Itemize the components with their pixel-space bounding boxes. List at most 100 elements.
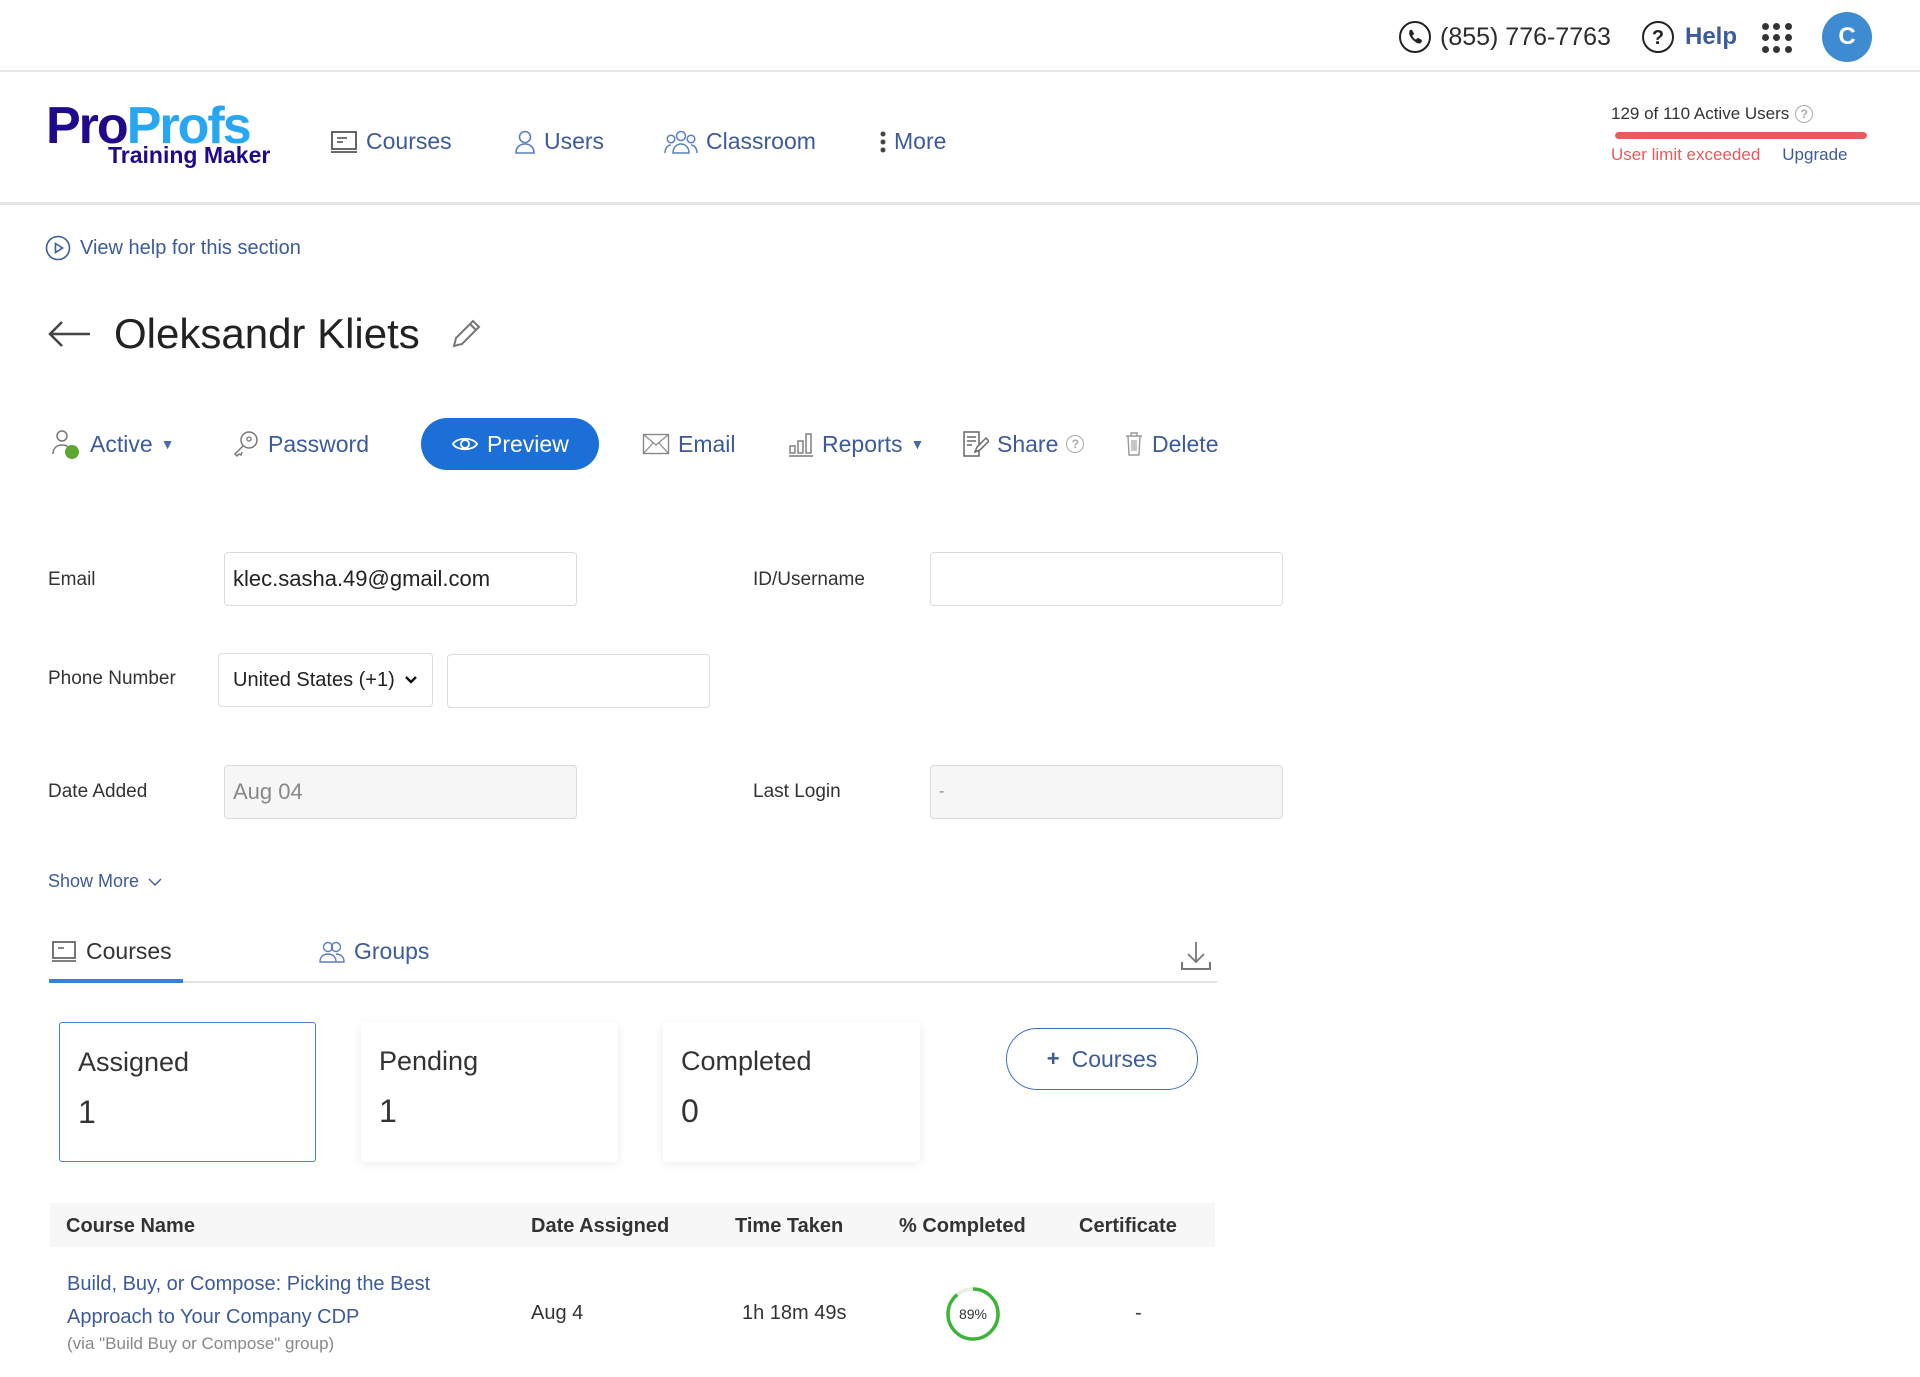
avatar[interactable]: C bbox=[1822, 12, 1872, 62]
reports-label: Reports bbox=[822, 430, 903, 457]
question-circle-icon: ? bbox=[1641, 20, 1675, 54]
user-icon bbox=[514, 129, 536, 155]
phone-number-field[interactable] bbox=[447, 654, 710, 708]
proprofs-logo[interactable]: ProProfs Training Maker bbox=[46, 100, 270, 167]
plus-icon: + bbox=[1046, 1046, 1060, 1071]
stat-value: 0 bbox=[681, 1093, 699, 1129]
status-dropdown[interactable]: Active ▼ bbox=[50, 418, 175, 470]
tab-groups[interactable]: Groups bbox=[319, 938, 429, 965]
date-added-field: Aug 04 bbox=[224, 765, 577, 819]
chevron-down-icon bbox=[404, 675, 418, 685]
email-value: klec.sasha.49@gmail.com bbox=[233, 566, 491, 591]
courses-table-header: Course Name Date Assigned Time Taken % C… bbox=[50, 1203, 1215, 1247]
completion-percent-label: 89% bbox=[959, 1306, 987, 1322]
id-username-field[interactable] bbox=[930, 552, 1283, 606]
completion-progress-ring: 89% bbox=[945, 1286, 1001, 1342]
col-date-assigned[interactable]: Date Assigned bbox=[531, 1215, 669, 1238]
page-title: Oleksandr Kliets bbox=[114, 310, 420, 357]
view-help-link[interactable]: View help for this section bbox=[45, 235, 301, 261]
last-login-field: - bbox=[930, 765, 1283, 819]
caret-down-icon: ▼ bbox=[160, 436, 175, 452]
key-icon bbox=[232, 430, 260, 458]
country-selected: United States (+1) bbox=[233, 668, 395, 691]
country-code-select[interactable]: United States (+1) bbox=[218, 653, 433, 707]
support-phone[interactable]: (855) 776-7763 bbox=[1398, 20, 1611, 54]
share-button[interactable]: Share ? bbox=[961, 418, 1085, 470]
apps-grid-icon[interactable] bbox=[1762, 23, 1792, 53]
nav-users[interactable]: Users bbox=[514, 128, 604, 155]
user-limit-warning: User limit exceeded bbox=[1611, 145, 1761, 164]
trash-icon bbox=[1124, 431, 1144, 457]
id-username-label: ID/Username bbox=[753, 569, 865, 590]
status-label: Active bbox=[90, 430, 153, 457]
table-row: Build, Buy, or Compose: Picking the Best… bbox=[50, 1250, 1215, 1360]
upgrade-link[interactable]: Upgrade bbox=[1782, 145, 1847, 165]
quota-text: 129 of 110 Active Users bbox=[1611, 104, 1790, 123]
last-login-label: Last Login bbox=[753, 781, 841, 802]
email-field[interactable]: klec.sasha.49@gmail.com bbox=[224, 552, 577, 606]
stat-title: Pending bbox=[379, 1046, 479, 1076]
show-more-label: Show More bbox=[48, 871, 140, 891]
delete-button[interactable]: Delete bbox=[1124, 418, 1218, 470]
email-label: Email bbox=[678, 430, 736, 457]
tab-groups-label: Groups bbox=[354, 938, 430, 964]
bar-chart-icon bbox=[788, 431, 814, 457]
stat-card-pending[interactable]: Pending 1 bbox=[361, 1022, 618, 1162]
svg-text:?: ? bbox=[1652, 27, 1664, 49]
preview-button[interactable]: Preview bbox=[421, 418, 599, 470]
col-course-name[interactable]: Course Name bbox=[66, 1215, 195, 1238]
pencil-icon[interactable] bbox=[448, 316, 484, 352]
nav-more-label: More bbox=[894, 128, 947, 154]
stat-card-completed[interactable]: Completed 0 bbox=[663, 1022, 920, 1162]
nav-courses[interactable]: Courses bbox=[330, 128, 452, 155]
caret-down-icon: ▼ bbox=[910, 436, 925, 452]
back-arrow-icon[interactable] bbox=[46, 319, 92, 349]
download-icon[interactable] bbox=[1179, 940, 1213, 972]
phone-icon bbox=[1398, 20, 1432, 54]
quota-progress-fill bbox=[1615, 132, 1867, 139]
date-assigned-cell: Aug 4 bbox=[531, 1302, 584, 1324]
user-title-row: Oleksandr Kliets bbox=[46, 310, 484, 358]
time-taken-cell: 1h 18m 49s bbox=[742, 1302, 847, 1324]
groups-icon bbox=[319, 940, 345, 964]
add-courses-button[interactable]: + Courses bbox=[1006, 1028, 1198, 1090]
quota-help-icon[interactable]: ? bbox=[1795, 105, 1814, 123]
user-action-bar: Active ▼ Password Preview Email Reports … bbox=[0, 418, 1300, 470]
date-added-label: Date Added bbox=[48, 781, 148, 802]
top-utility-bar: (855) 776-7763 ? Help C bbox=[0, 0, 1920, 72]
tab-courses-label: Courses bbox=[86, 938, 172, 964]
email-button[interactable]: Email bbox=[642, 418, 736, 470]
user-tabs: Courses Groups bbox=[49, 930, 1217, 983]
nav-courses-label: Courses bbox=[366, 128, 452, 154]
col-time-taken[interactable]: Time Taken bbox=[735, 1215, 843, 1238]
date-added-value: Aug 04 bbox=[233, 779, 303, 804]
nav-classroom[interactable]: Classroom bbox=[664, 128, 816, 155]
phone-number: (855) 776-7763 bbox=[1440, 22, 1611, 51]
reports-dropdown[interactable]: Reports ▼ bbox=[788, 418, 924, 470]
show-more-toggle[interactable]: Show More bbox=[48, 871, 163, 892]
play-circle-icon bbox=[45, 235, 71, 261]
stat-value: 1 bbox=[78, 1094, 96, 1130]
stat-card-assigned[interactable]: Assigned 1 bbox=[59, 1022, 316, 1162]
kebab-icon bbox=[880, 131, 886, 153]
email-label: Email bbox=[48, 569, 96, 590]
course-name-link[interactable]: Build, Buy, or Compose: Picking the Best… bbox=[67, 1268, 487, 1334]
delete-label: Delete bbox=[1152, 430, 1219, 457]
col-percent-completed[interactable]: % Completed bbox=[899, 1215, 1026, 1238]
share-help-icon[interactable]: ? bbox=[1066, 435, 1085, 453]
envelope-icon bbox=[642, 433, 670, 455]
col-certificate[interactable]: Certificate bbox=[1079, 1215, 1177, 1238]
main-header: ProProfs Training Maker Courses Users Cl… bbox=[0, 72, 1920, 205]
help-link[interactable]: ? Help bbox=[1641, 20, 1737, 54]
phone-number-label: Phone Number bbox=[48, 668, 176, 689]
user-status-icon bbox=[50, 428, 82, 460]
active-users-quota: 129 of 110 Active Users ? User limit exc… bbox=[1611, 104, 1871, 165]
stat-value: 1 bbox=[379, 1093, 397, 1129]
tab-courses[interactable]: Courses bbox=[51, 938, 172, 965]
preview-label: Preview bbox=[487, 430, 569, 457]
password-button[interactable]: Password bbox=[232, 418, 369, 470]
classroom-icon bbox=[664, 129, 698, 155]
nav-more[interactable]: More bbox=[880, 128, 946, 155]
nav-classroom-label: Classroom bbox=[706, 128, 816, 154]
help-label: Help bbox=[1685, 23, 1738, 50]
